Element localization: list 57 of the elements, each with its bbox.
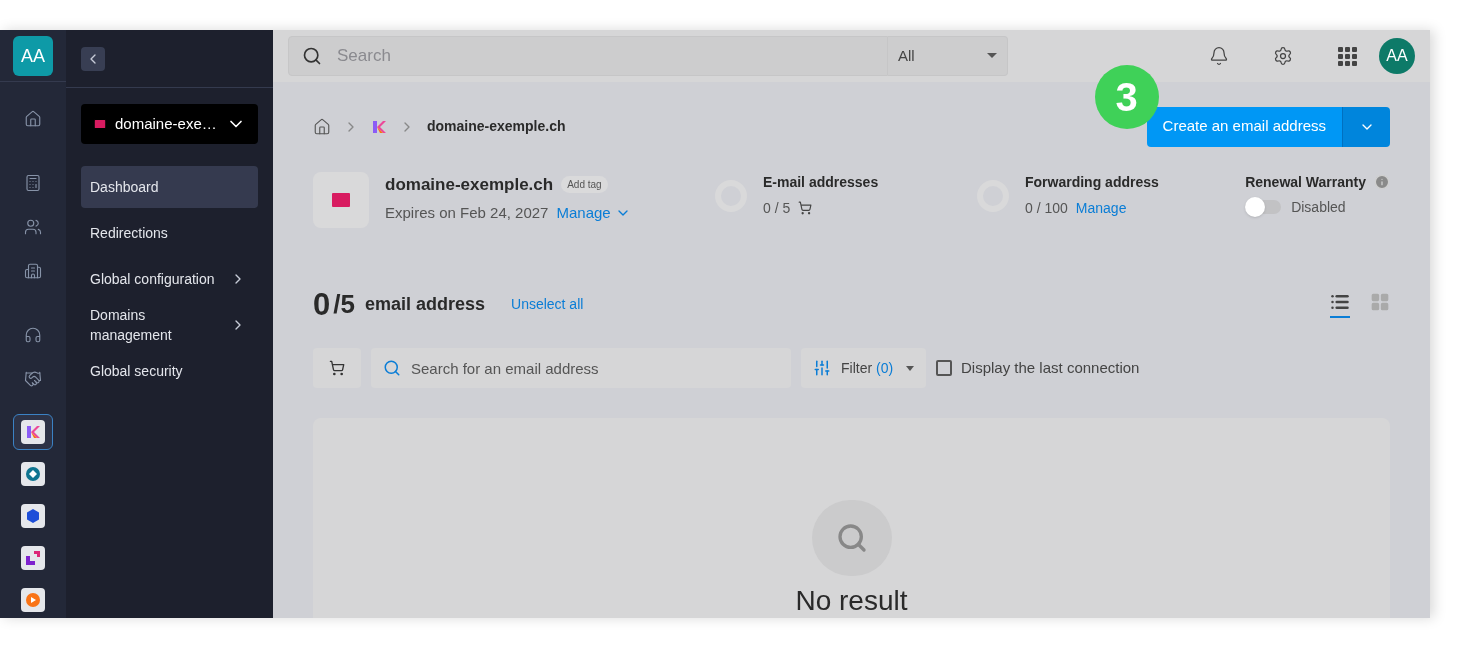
breadcrumb-current: domaine-exemple.ch <box>427 117 566 136</box>
renewal-toggle[interactable] <box>1245 200 1282 214</box>
settings-icon[interactable] <box>1273 45 1293 66</box>
checkbox-label: Display the last connection <box>961 357 1140 378</box>
domain-name: domaine-exemple.ch <box>385 173 554 196</box>
home-icon[interactable] <box>313 117 331 136</box>
users-icon[interactable] <box>24 218 42 236</box>
user-avatar[interactable]: AA <box>1379 37 1415 74</box>
home-icon[interactable] <box>24 110 42 128</box>
notifications-icon[interactable] <box>1209 45 1229 66</box>
sidebar-item[interactable]: Domains management <box>81 304 258 346</box>
last-connection-checkbox[interactable] <box>936 360 952 376</box>
stat-title: E-mail addresses <box>763 172 879 192</box>
list-title: email address <box>364 293 485 317</box>
stat-title: Forwarding address <box>1025 172 1159 192</box>
cube-icon <box>25 508 41 524</box>
sidebar-item[interactable]: Global security <box>81 350 258 392</box>
domain-mail-icon <box>313 171 369 228</box>
create-options-button[interactable] <box>1342 106 1390 147</box>
k-logo-icon <box>371 118 387 135</box>
stat-value: 0 / 100 <box>1025 198 1068 218</box>
collapse-button[interactable] <box>81 46 105 71</box>
sidebar-item[interactable]: Dashboard <box>81 166 258 208</box>
renewal-title: Renewal Warranty <box>1245 172 1366 192</box>
app-launcher-button[interactable] <box>13 414 53 450</box>
sliders-icon <box>813 359 831 377</box>
domain-selector[interactable]: domaine-exe… <box>81 104 258 144</box>
corner-shape-icon <box>25 550 41 566</box>
headset-icon[interactable] <box>24 326 42 344</box>
filter-button[interactable]: Filter (0) <box>801 348 926 388</box>
k-logo-icon <box>25 424 41 440</box>
search-icon <box>383 359 401 377</box>
expiry-date: Expires on Feb 24, 2027 <box>385 203 549 223</box>
sidebar-item[interactable]: Redirections <box>81 212 258 254</box>
apps-grid-icon[interactable] <box>1337 45 1357 66</box>
handshake-icon[interactable] <box>24 370 42 388</box>
cart-icon <box>329 360 345 376</box>
selected-count: 0 <box>313 285 331 324</box>
add-tag-button[interactable]: Add tag <box>561 175 608 193</box>
total-count: /5 <box>333 288 355 322</box>
search-icon <box>302 45 322 66</box>
building-icon[interactable] <box>24 262 42 280</box>
play-circle-icon <box>25 592 41 608</box>
sidebar-item[interactable]: Global configuration <box>81 258 258 300</box>
renewal-status: Disabled <box>1291 197 1346 217</box>
diamond-circle-icon <box>25 466 41 482</box>
email-search-field[interactable]: Search for an email address <box>371 348 791 388</box>
caret-icon <box>987 53 997 59</box>
stat-value: 0 / 5 <box>763 198 791 218</box>
scope-select[interactable]: All <box>888 35 1008 76</box>
search-field[interactable]: Search <box>288 35 888 76</box>
account-avatar[interactable]: AA <box>13 35 53 76</box>
cart-button[interactable] <box>313 348 361 388</box>
add-to-cart-icon[interactable] <box>798 201 813 215</box>
calculator-icon[interactable] <box>24 174 42 192</box>
mail-icon <box>93 117 107 131</box>
empty-message: No result <box>795 584 908 618</box>
